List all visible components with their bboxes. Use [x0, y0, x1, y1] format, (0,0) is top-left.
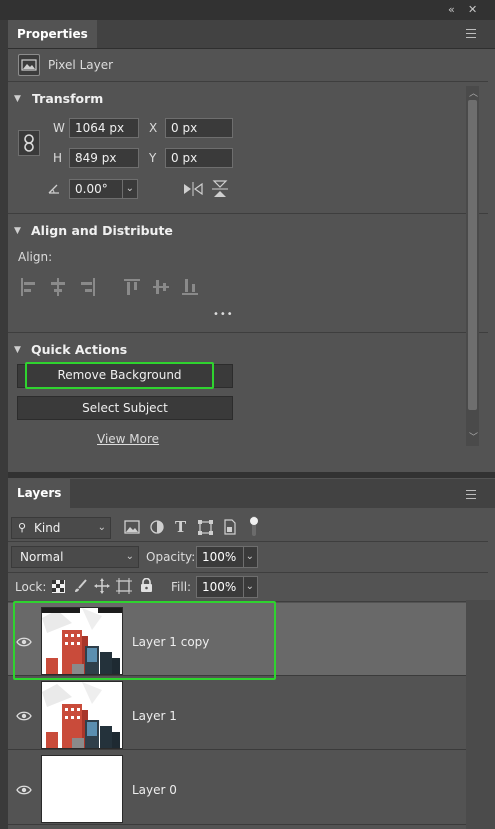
align-vertical-centers-icon[interactable] — [152, 277, 170, 300]
close-icon[interactable]: ✕ — [468, 3, 477, 16]
angle-field[interactable]: 0.00° ⌄ — [69, 179, 138, 199]
opacity-field[interactable]: 100% ⌄ — [196, 546, 258, 568]
angle-icon — [47, 183, 61, 198]
x-field[interactable]: 0 px — [165, 118, 233, 138]
align-section-title[interactable]: Align and Distribute — [31, 223, 173, 238]
fill-label: Fill: — [171, 580, 192, 594]
layer-type-label: Pixel Layer — [48, 58, 114, 72]
visibility-eye-icon[interactable] — [16, 784, 32, 795]
filter-toggle-icon[interactable] — [249, 516, 259, 539]
city-buildings-image — [42, 682, 122, 748]
align-chevron-icon[interactable]: ▼ — [14, 226, 21, 236]
divider — [8, 572, 488, 573]
dock-left-edge — [0, 20, 8, 829]
divider — [8, 541, 488, 542]
properties-scroll-thumb[interactable] — [468, 100, 477, 410]
filter-adjustment-layers-icon[interactable] — [150, 520, 164, 537]
panel-dock-header — [0, 0, 495, 21]
more-options-icon[interactable]: ••• — [213, 309, 234, 320]
divider — [8, 213, 488, 214]
opacity-label: Opacity: — [146, 550, 196, 564]
lock-artboard-icon[interactable] — [116, 578, 132, 597]
tab-properties[interactable]: Properties — [8, 20, 97, 48]
flip-vertical-icon[interactable] — [211, 180, 229, 201]
quick-actions-chevron-icon[interactable]: ▼ — [14, 345, 21, 355]
angle-value: 0.00° — [75, 182, 108, 196]
filter-smart-objects-icon[interactable] — [223, 519, 237, 538]
remove-background-button[interactable]: Remove Background — [25, 362, 214, 389]
lock-label: Lock: — [15, 580, 47, 594]
chevron-down-icon[interactable]: ⌄ — [126, 180, 134, 198]
layers-tabstrip — [8, 479, 495, 509]
width-label: W — [53, 121, 65, 135]
quick-actions-section-title[interactable]: Quick Actions — [31, 342, 127, 357]
lock-transparent-pixels-icon[interactable] — [52, 580, 65, 596]
tab-layers[interactable]: Layers — [8, 479, 71, 508]
fill-field[interactable]: 100% ⌄ — [196, 576, 258, 598]
layer-thumbnail — [41, 607, 123, 675]
lock-position-icon[interactable] — [94, 578, 110, 597]
divider — [8, 332, 488, 333]
panel-gap — [8, 472, 495, 478]
visibility-eye-icon[interactable] — [16, 636, 32, 647]
align-horizontal-centers-icon[interactable] — [49, 277, 67, 300]
align-left-edges-icon[interactable] — [20, 277, 38, 300]
height-label: H — [53, 151, 63, 165]
collapse-panels-icon[interactable]: ‹‹ — [448, 3, 455, 16]
divider — [8, 81, 488, 82]
chevron-down-icon: ⌄ — [97, 522, 106, 533]
scroll-up-icon[interactable]: ︿ — [469, 86, 478, 99]
search-icon: ⚲ — [18, 521, 27, 534]
chain-link-icon — [24, 134, 34, 152]
layers-scrollbar[interactable] — [466, 600, 495, 829]
layer-thumbnail — [41, 755, 123, 823]
filter-shape-layers-icon[interactable] — [198, 520, 213, 538]
y-label: Y — [149, 151, 157, 165]
width-field[interactable]: 1064 px — [69, 118, 139, 138]
filter-kind-value: Kind — [34, 521, 61, 535]
filter-pixel-layers-icon[interactable] — [124, 520, 140, 537]
transform-section-title[interactable]: Transform — [32, 91, 103, 106]
align-bottom-edges-icon[interactable] — [181, 277, 199, 300]
layer-name[interactable]: Layer 1 — [132, 709, 177, 723]
chevron-down-icon: ⌄ — [125, 551, 134, 562]
select-subject-button[interactable]: Select Subject — [17, 396, 233, 420]
opacity-value: 100% — [202, 550, 237, 564]
link-dimensions-button[interactable] — [18, 130, 40, 156]
filter-type-layers-icon[interactable]: T — [175, 518, 186, 536]
layer-name[interactable]: Layer 1 copy — [132, 635, 209, 649]
visibility-eye-icon[interactable] — [16, 710, 32, 721]
layer-name[interactable]: Layer 0 — [132, 783, 177, 797]
lock-image-pixels-icon[interactable] — [73, 579, 88, 597]
align-label: Align: — [18, 250, 53, 264]
lock-all-icon[interactable] — [140, 577, 153, 596]
blend-mode-dropdown[interactable]: Normal ⌄ — [11, 546, 139, 568]
align-right-edges-icon[interactable] — [78, 277, 96, 300]
filter-kind-dropdown[interactable]: ⚲ Kind ⌄ — [11, 517, 111, 539]
y-field[interactable]: 0 px — [165, 148, 233, 168]
layers-panel-menu-icon[interactable] — [466, 490, 476, 502]
height-field[interactable]: 849 px — [69, 148, 139, 168]
chevron-down-icon[interactable]: ⌄ — [246, 577, 254, 597]
layer-thumbnail — [41, 681, 123, 749]
align-top-edges-icon[interactable] — [123, 277, 141, 300]
blend-mode-value: Normal — [20, 550, 64, 564]
chevron-down-icon[interactable]: ⌄ — [246, 547, 254, 567]
city-buildings-image — [42, 608, 122, 674]
pixel-layer-icon — [18, 54, 40, 76]
transform-chevron-icon[interactable]: ▼ — [14, 94, 21, 104]
view-more-link[interactable]: View More — [97, 432, 159, 446]
x-label: X — [149, 121, 158, 135]
flip-horizontal-icon[interactable] — [183, 181, 203, 200]
properties-panel-menu-icon[interactable] — [466, 29, 476, 41]
scroll-down-icon[interactable]: ﹀ — [469, 430, 478, 443]
fill-value: 100% — [202, 580, 237, 594]
